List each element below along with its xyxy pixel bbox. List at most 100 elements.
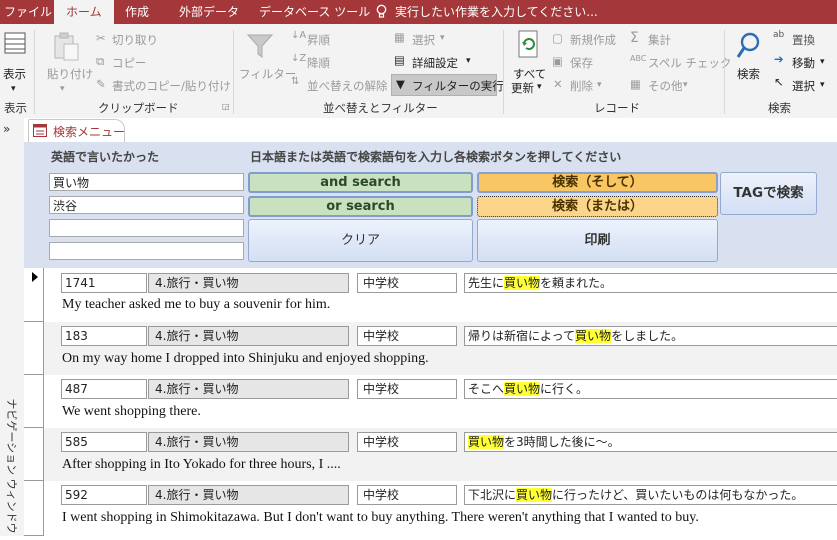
sort-ascending-button[interactable]: 昇順 — [307, 32, 330, 48]
record-english[interactable]: On my way home I dropped into Shinjuku a… — [62, 351, 429, 367]
refresh-label-2[interactable]: 更新 — [511, 80, 534, 96]
clear-button[interactable]: クリア — [248, 219, 473, 262]
record-selector[interactable] — [24, 428, 44, 481]
record-japanese[interactable]: 帰りは新宿によって買い物をしました。 — [464, 326, 837, 346]
filter-label[interactable]: フィルター — [239, 66, 296, 82]
paste-dropdown-icon[interactable]: ▾ — [60, 84, 65, 94]
or-search-button[interactable]: or search — [248, 196, 473, 217]
record-category[interactable]: 4.旅行・買い物 — [148, 379, 349, 399]
record-level[interactable]: 中学校 — [357, 379, 457, 399]
find-icon[interactable] — [735, 31, 763, 64]
record-english[interactable]: My teacher asked me to buy a souvenir fo… — [62, 297, 330, 313]
search-term-input-2[interactable]: 渋谷 — [49, 196, 244, 214]
save-icon: ▣ — [552, 54, 563, 68]
table-row[interactable]: 487 4.旅行・買い物 中学校 そこへ買い物に行く。 We went shop… — [44, 375, 837, 428]
search-term-input-1[interactable]: 買い物 — [49, 173, 244, 191]
tab-database-tools[interactable]: データベース ツール — [257, 0, 372, 24]
toggle-filter-label: フィルターの実行 — [412, 79, 504, 93]
find-button-label[interactable]: 検索 — [737, 66, 760, 82]
record-id[interactable]: 592 — [61, 485, 147, 505]
delete-button[interactable]: 削除 — [570, 78, 593, 94]
select-button[interactable]: 選択 — [792, 78, 815, 94]
record-category[interactable]: 4.旅行・買い物 — [148, 485, 349, 505]
label-english-wanted: 英語で言いたかった — [51, 150, 160, 164]
tab-external-data[interactable]: 外部データ — [177, 0, 241, 24]
dialog-launcher-icon[interactable]: ◲ — [222, 102, 230, 111]
more-dropdown-icon[interactable]: ▾ — [683, 80, 688, 90]
record-level[interactable]: 中学校 — [357, 326, 457, 346]
replace-button[interactable]: 置換 — [792, 32, 815, 48]
record-level[interactable]: 中学校 — [357, 432, 457, 452]
tag-search-button[interactable]: TAGで検索 — [720, 172, 817, 215]
go-to-button[interactable]: 移動 — [792, 55, 815, 71]
format-painter-button[interactable]: 書式のコピー/貼り付け — [112, 78, 231, 94]
record-english[interactable]: After shopping in Ito Yokado for three h… — [62, 457, 341, 473]
new-record-button[interactable]: 新規作成 — [570, 32, 616, 48]
record-selector[interactable] — [24, 481, 44, 536]
document-tab-search-menu[interactable]: 検索メニュー — [28, 119, 125, 143]
search-hit-highlight: 買い物 — [575, 329, 612, 343]
record-japanese[interactable]: 先生に買い物を頼まれた。 — [464, 273, 837, 293]
record-id[interactable]: 1741 — [61, 273, 147, 293]
table-row[interactable]: 183 4.旅行・買い物 中学校 帰りは新宿によって買い物をしました。 On m… — [44, 322, 837, 375]
copy-button[interactable]: コピー — [112, 55, 147, 71]
select-icon: ↖ — [774, 75, 784, 89]
select-dropdown-icon[interactable]: ▾ — [820, 80, 825, 90]
record-japanese[interactable]: 買い物を3時間した後に～。 — [464, 432, 837, 452]
record-japanese[interactable]: そこへ買い物に行く。 — [464, 379, 837, 399]
search-and-japanese-button[interactable]: 検索（そして） — [477, 172, 718, 193]
record-english[interactable]: I went shopping in Shimokitazawa. But I … — [62, 510, 699, 526]
advanced-dropdown-icon[interactable]: ▾ — [466, 56, 471, 66]
advanced-filter-button[interactable]: 詳細設定 — [412, 55, 458, 71]
refresh-all-icon[interactable] — [517, 30, 541, 63]
record-level[interactable]: 中学校 — [357, 273, 457, 293]
record-category[interactable]: 4.旅行・買い物 — [148, 432, 349, 452]
table-row[interactable]: 592 4.旅行・買い物 中学校 下北沢に買い物に行ったけど、買いたいものは何も… — [44, 481, 837, 536]
record-selector[interactable] — [24, 322, 44, 375]
paste-icon[interactable] — [52, 32, 80, 65]
toggle-filter-button[interactable]: ▼ フィルターの実行 — [391, 74, 504, 96]
record-id[interactable]: 585 — [61, 432, 147, 452]
clear-sort-button[interactable]: 並べ替えの解除 — [307, 78, 388, 94]
go-to-dropdown-icon[interactable]: ▾ — [820, 57, 825, 67]
navigation-pane-collapsed[interactable]: » ナビゲーション ウィンドウ — [0, 118, 25, 536]
tell-me-search[interactable]: 実行したい作業を入力してください... — [393, 0, 600, 24]
table-row[interactable]: 585 4.旅行・買い物 中学校 買い物を3時間した後に～。 After sho… — [44, 428, 837, 481]
search-or-japanese-button[interactable]: 検索（または） — [477, 196, 718, 217]
search-term-input-3[interactable] — [49, 219, 244, 237]
expand-nav-icon[interactable]: » — [3, 122, 10, 136]
more-button[interactable]: その他 — [648, 78, 683, 94]
paste-label[interactable]: 貼り付け — [47, 66, 93, 82]
and-search-button[interactable]: and search — [248, 172, 473, 193]
refresh-dropdown-icon[interactable]: ▾ — [537, 82, 542, 92]
record-level[interactable]: 中学校 — [357, 485, 457, 505]
record-selector[interactable] — [24, 375, 44, 428]
record-english[interactable]: We went shopping there. — [62, 404, 201, 420]
navigation-pane-label[interactable]: ナビゲーション ウィンドウ — [4, 392, 20, 540]
cut-button[interactable]: 切り取り — [112, 32, 158, 48]
record-id[interactable]: 183 — [61, 326, 147, 346]
record-selector[interactable] — [24, 268, 44, 322]
totals-button[interactable]: 集計 — [648, 32, 671, 48]
record-category[interactable]: 4.旅行・買い物 — [148, 273, 349, 293]
print-button[interactable]: 印刷 — [477, 219, 718, 262]
selection-button[interactable]: 選択 — [412, 32, 435, 48]
jp-text-post: に行く。 — [540, 382, 589, 396]
record-japanese[interactable]: 下北沢に買い物に行ったけど、買いたいものは何もなかった。 — [464, 485, 837, 505]
selection-dropdown-icon[interactable]: ▾ — [440, 33, 445, 43]
view-button-label[interactable]: 表示 — [3, 66, 26, 82]
filter-icon[interactable] — [246, 32, 274, 63]
sort-descending-button[interactable]: 降順 — [307, 55, 330, 71]
view-dropdown-icon[interactable]: ▾ — [11, 84, 16, 94]
search-term-input-4[interactable] — [49, 242, 244, 260]
tab-home[interactable]: ホーム — [54, 0, 114, 24]
tab-create[interactable]: 作成 — [123, 0, 151, 24]
table-row[interactable]: 1741 4.旅行・買い物 中学校 先生に買い物を頼まれた。 My teache… — [44, 268, 837, 322]
record-category[interactable]: 4.旅行・買い物 — [148, 326, 349, 346]
tab-file[interactable]: ファイル — [2, 0, 54, 24]
spelling-button[interactable]: スペル チェック — [648, 55, 731, 71]
save-button[interactable]: 保存 — [570, 55, 593, 71]
record-id[interactable]: 487 — [61, 379, 147, 399]
view-icon[interactable] — [4, 32, 26, 57]
delete-dropdown-icon[interactable]: ▾ — [597, 80, 602, 90]
